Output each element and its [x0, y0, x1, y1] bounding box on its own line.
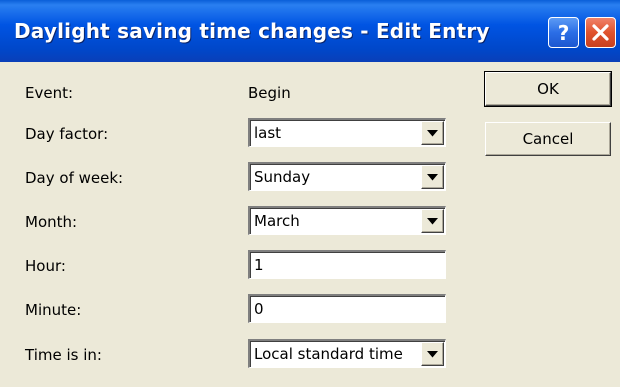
help-button[interactable]: ? [548, 17, 579, 48]
month-value: March [254, 212, 300, 230]
chevron-down-icon [427, 218, 438, 225]
event-label: Event: [25, 84, 74, 102]
day-factor-label: Day factor: [25, 125, 109, 143]
chevron-down-icon [427, 174, 438, 181]
day-of-week-label: Day of week: [25, 169, 124, 187]
time-is-in-label: Time is in: [25, 346, 102, 364]
minute-label: Minute: [25, 301, 82, 319]
month-label: Month: [25, 213, 78, 231]
chevron-down-icon [427, 130, 438, 137]
hour-label: Hour: [25, 257, 66, 275]
svg-text:?: ? [558, 21, 570, 45]
time-is-in-select[interactable]: Local standard time [248, 339, 446, 368]
day-of-week-value: Sunday [254, 168, 311, 186]
month-dropdown-button[interactable] [421, 209, 444, 233]
hour-field[interactable] [254, 255, 434, 275]
day-factor-value: last [254, 124, 282, 142]
event-value: Begin [248, 84, 291, 102]
time-is-in-value: Local standard time [254, 345, 403, 363]
minute-field-frame [248, 294, 446, 323]
chevron-down-icon [427, 351, 438, 358]
cancel-button[interactable]: Cancel [485, 122, 611, 156]
time-is-in-dropdown-button[interactable] [421, 342, 444, 366]
month-select[interactable]: March [248, 206, 446, 235]
day-factor-select[interactable]: last [248, 118, 446, 147]
window-title: Daylight saving time changes - Edit Entr… [14, 19, 490, 43]
edit-entry-dialog: Daylight saving time changes - Edit Entr… [0, 0, 620, 387]
title-bar[interactable]: Daylight saving time changes - Edit Entr… [0, 0, 620, 62]
hour-field-frame [248, 250, 446, 279]
day-of-week-select[interactable]: Sunday [248, 162, 446, 191]
day-of-week-dropdown-button[interactable] [421, 165, 444, 189]
day-factor-dropdown-button[interactable] [421, 121, 444, 145]
ok-button[interactable]: OK [484, 71, 612, 107]
close-button[interactable] [585, 17, 616, 48]
minute-field[interactable] [254, 299, 434, 319]
